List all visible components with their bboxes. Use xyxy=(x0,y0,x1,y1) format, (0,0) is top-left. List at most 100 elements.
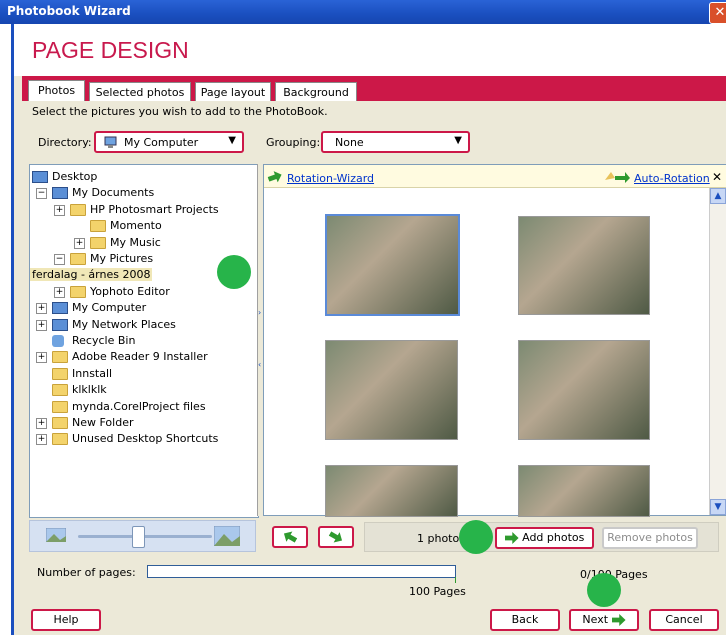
desktop-icon xyxy=(32,171,48,183)
add-arrow-icon xyxy=(504,532,519,544)
collapse-minus-icon[interactable]: − xyxy=(54,254,65,265)
collapse-minus-icon[interactable]: − xyxy=(36,188,47,200)
auto-rotation-icon xyxy=(601,169,631,186)
tree-node-label: Desktop xyxy=(52,170,98,183)
photo-thumbnail[interactable] xyxy=(325,465,458,517)
tree-node[interactable]: + Adobe Reader 9 Installer xyxy=(30,349,256,365)
add-photos-button[interactable]: Add photos xyxy=(495,527,594,549)
tree-node[interactable]: + My Network Places xyxy=(30,317,256,333)
tree-node[interactable]: + My Computer xyxy=(30,300,256,316)
tree-node-label: My Pictures xyxy=(90,252,154,265)
add-photos-label: Add photos xyxy=(522,531,585,544)
chevron-down-icon: ▼ xyxy=(454,135,462,146)
tree-node-label: My Music xyxy=(110,235,161,249)
photo-count: 1 photo xyxy=(417,532,460,545)
computer-icon xyxy=(104,136,118,152)
zoom-slider-thumb[interactable] xyxy=(131,526,145,548)
photo-thumbnail[interactable] xyxy=(325,340,458,440)
tree-node[interactable]: Innstall xyxy=(30,366,256,382)
tree-node-label: Adobe Reader 9 Installer xyxy=(72,350,208,364)
folder-tree[interactable]: Desktop − My Documents + HP Photosmart Proje… xyxy=(29,164,259,518)
remove-photos-button[interactable]: Remove photos xyxy=(602,527,698,549)
scroll-down-icon[interactable]: ▼ xyxy=(710,499,726,515)
back-button[interactable]: Back xyxy=(490,609,560,631)
rotate-right-button[interactable] xyxy=(318,526,354,548)
tree-node[interactable]: Recycle Bin xyxy=(30,333,256,349)
close-window-button[interactable]: ✕ xyxy=(709,2,726,24)
marker-dot xyxy=(587,573,621,607)
tab-selected-photos[interactable]: Selected photos xyxy=(89,82,191,101)
expand-plus-icon[interactable]: + xyxy=(74,237,85,249)
tree-node[interactable]: mynda.CorelProject files xyxy=(30,399,256,415)
rotate-left-button[interactable] xyxy=(272,526,308,548)
folder-icon xyxy=(90,220,106,233)
directory-value: My Computer xyxy=(124,136,199,149)
expand-plus-icon[interactable]: + xyxy=(54,286,65,298)
photo-scrollbar[interactable]: ▲ ▼ xyxy=(709,188,726,515)
tree-node[interactable]: + New Folder xyxy=(30,415,256,431)
tree-node[interactable]: Momento xyxy=(30,218,256,234)
tab-photos[interactable]: Photos xyxy=(28,80,85,101)
directory-select[interactable]: My Computer ▼ xyxy=(94,131,244,153)
tree-node[interactable]: − My Documents xyxy=(30,185,256,201)
pages-max-label: 100 Pages xyxy=(409,585,466,598)
chevron-down-icon: ▼ xyxy=(228,135,236,146)
tree-node-label: mynda.CorelProject files xyxy=(72,399,206,413)
pictures-folder-icon xyxy=(70,253,86,265)
tree-node-label: My Documents xyxy=(72,186,155,200)
cancel-button[interactable]: Cancel xyxy=(649,609,719,631)
tab-page-layout[interactable]: Page layout xyxy=(195,82,271,101)
grouping-value: None xyxy=(335,136,364,149)
folder-icon xyxy=(52,400,68,413)
zoom-slider-track[interactable] xyxy=(78,535,212,538)
expand-arrow-icon: ‹ xyxy=(258,360,262,369)
tree-node-label: My Computer xyxy=(72,301,147,315)
expand-plus-icon[interactable]: + xyxy=(36,418,47,429)
auto-rotation-link[interactable]: Auto-Rotation xyxy=(634,172,710,185)
pages-progress-bar xyxy=(147,565,456,578)
tree-node-label: My Network Places xyxy=(72,317,176,331)
tab-background[interactable]: Background xyxy=(275,82,357,101)
tree-node[interactable]: + Unused Desktop Shortcuts xyxy=(30,431,256,447)
recycle-bin-icon xyxy=(52,335,64,347)
help-button[interactable]: Help xyxy=(31,609,101,631)
next-button[interactable]: Next xyxy=(569,609,639,631)
small-image-icon xyxy=(45,527,67,545)
expand-plus-icon[interactable]: + xyxy=(36,303,47,315)
marker-dot xyxy=(217,255,251,289)
folder-icon xyxy=(52,433,68,446)
tree-node-label: Yophoto Editor xyxy=(90,284,170,298)
tree-node-label: HP Photosmart Projects xyxy=(90,202,219,216)
tree-node[interactable]: + Yophoto Editor xyxy=(30,284,256,300)
tree-node[interactable]: Desktop xyxy=(30,169,256,185)
folder-icon xyxy=(52,367,68,380)
scroll-up-icon[interactable]: ▲ xyxy=(710,188,726,204)
expand-plus-icon[interactable]: + xyxy=(36,319,47,331)
rotate-right-icon xyxy=(327,528,345,545)
photo-thumbnail[interactable] xyxy=(518,216,650,315)
next-label: Next xyxy=(582,613,609,626)
my-documents-icon xyxy=(52,187,68,200)
photo-thumbnail[interactable] xyxy=(518,465,650,517)
photo-thumbnail[interactable] xyxy=(325,214,460,316)
close-photo-toolbar-button[interactable]: ✕ xyxy=(712,170,722,184)
folder-icon xyxy=(70,285,86,298)
tree-node[interactable]: + My Music xyxy=(30,235,256,251)
collapse-arrow-icon: › xyxy=(258,308,262,317)
grouping-select[interactable]: None ▼ xyxy=(321,131,470,153)
folder-icon xyxy=(70,203,86,216)
tree-node[interactable]: klklklk xyxy=(30,382,256,398)
rotation-wizard-link[interactable]: Rotation-Wizard xyxy=(287,172,374,185)
tree-node-label: Recycle Bin xyxy=(72,334,136,347)
photo-thumbnail[interactable] xyxy=(518,340,650,440)
expand-plus-icon[interactable]: + xyxy=(54,204,65,216)
rotate-arrow-icon xyxy=(268,170,282,183)
music-folder-icon xyxy=(90,236,106,249)
expand-plus-icon[interactable]: + xyxy=(36,434,47,446)
marker-dot xyxy=(459,520,493,554)
expand-plus-icon[interactable]: + xyxy=(36,352,47,364)
network-icon xyxy=(52,318,68,331)
tree-node[interactable]: + HP Photosmart Projects xyxy=(30,202,256,218)
tree-node-label: klklklk xyxy=(72,383,107,397)
large-image-icon xyxy=(213,525,241,549)
